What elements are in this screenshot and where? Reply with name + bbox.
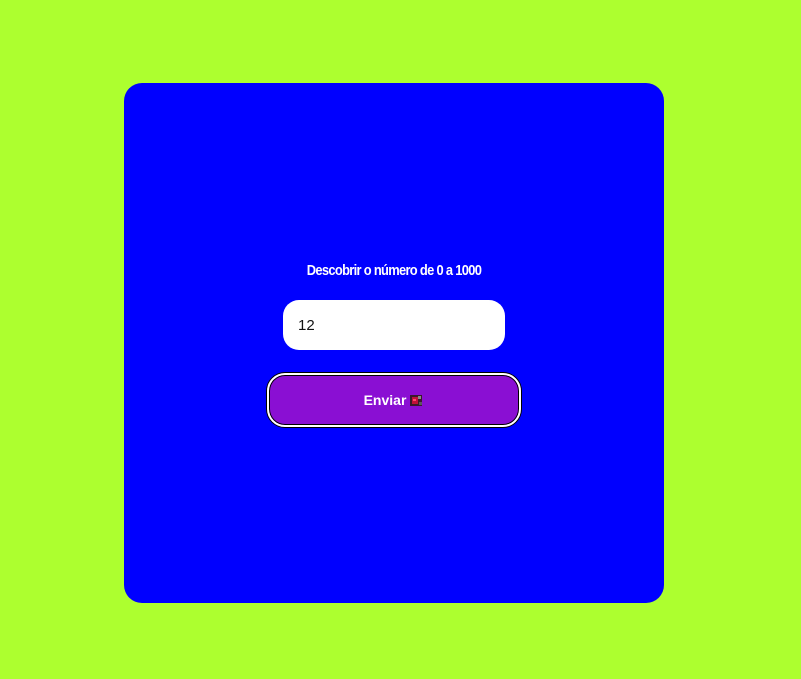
number-input[interactable]: [283, 300, 505, 350]
page-title: Descobrir o número de 0 a 1000: [306, 262, 482, 279]
rocket-icon: [409, 393, 424, 408]
send-button[interactable]: Enviar: [267, 373, 521, 427]
send-button-label: Enviar: [363, 392, 407, 408]
game-card: Descobrir o número de 0 a 1000 Enviar: [124, 83, 664, 603]
